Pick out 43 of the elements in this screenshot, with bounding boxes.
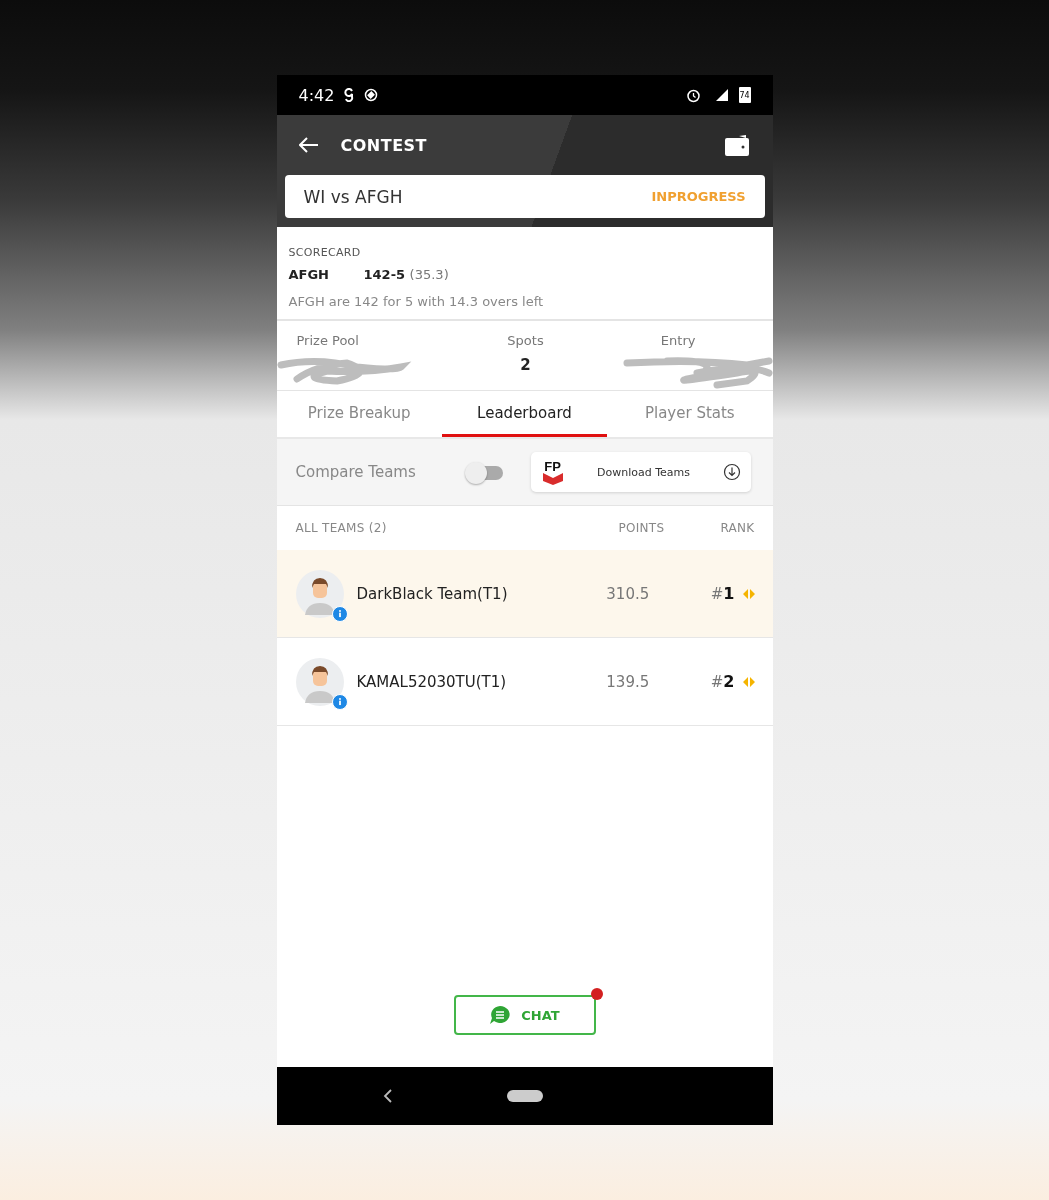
- team-points: 139.5: [605, 672, 651, 691]
- info-value: 2: [520, 356, 531, 374]
- page-title: CONTEST: [340, 135, 428, 155]
- column-header: POINTS: [618, 521, 665, 535]
- team-row[interactable]: DarkBlack Team(T1) 310.5 #1: [276, 550, 773, 638]
- team-row[interactable]: KAMAL52030TU(T1) 139.5 #2: [276, 638, 773, 726]
- tab[interactable]: Player Stats: [607, 391, 773, 437]
- match-title: WI vs AFGH: [303, 186, 403, 207]
- download-icon: [722, 463, 741, 481]
- chat-icon: [489, 1005, 512, 1025]
- back-nav-icon[interactable]: [382, 1088, 393, 1104]
- home-pill-icon[interactable]: [506, 1090, 543, 1102]
- team-rank: #2: [710, 672, 735, 691]
- avatar-icon: [294, 656, 345, 707]
- status-time: 4:42: [298, 85, 335, 105]
- compare-toggle[interactable]: [464, 462, 503, 482]
- score-team: AFGH: [288, 267, 330, 282]
- g-icon: [344, 88, 355, 102]
- rotate-icon: [364, 88, 379, 102]
- team-points: 310.5: [605, 584, 651, 603]
- score-summary: AFGH are 142 for 5 with 14.3 overs left: [288, 294, 545, 309]
- logo-text: FP: [544, 459, 561, 473]
- info-label: Spots: [507, 333, 544, 348]
- rank-change-icon: [742, 588, 755, 599]
- back-arrow-icon[interactable]: [298, 137, 319, 153]
- info-label: Entry: [660, 333, 696, 348]
- compare-label: Compare Teams: [295, 463, 417, 481]
- team-name: DarkBlack Team(T1): [356, 584, 509, 603]
- avatar-icon: [294, 568, 345, 619]
- team-rank: #1: [710, 584, 735, 603]
- team-score: 142-5 (35.3): [363, 267, 449, 282]
- scorecard-label: SCORECARD: [288, 246, 362, 259]
- battery-icon: 74: [738, 87, 751, 103]
- wallet-icon[interactable]: [724, 134, 749, 156]
- alarm-icon: [685, 87, 701, 103]
- column-header: RANK: [720, 521, 755, 535]
- rank-change-icon: [742, 676, 755, 687]
- column-header: ALL TEAMS (2): [295, 521, 388, 535]
- tab[interactable]: Prize Breakup: [276, 391, 442, 437]
- team-name: KAMAL52030TU(T1): [356, 672, 508, 691]
- info-label: Prize Pool: [296, 333, 359, 348]
- match-status: INPROGRESS: [651, 189, 746, 204]
- download-teams-button[interactable]: FP Download Teams: [530, 452, 751, 492]
